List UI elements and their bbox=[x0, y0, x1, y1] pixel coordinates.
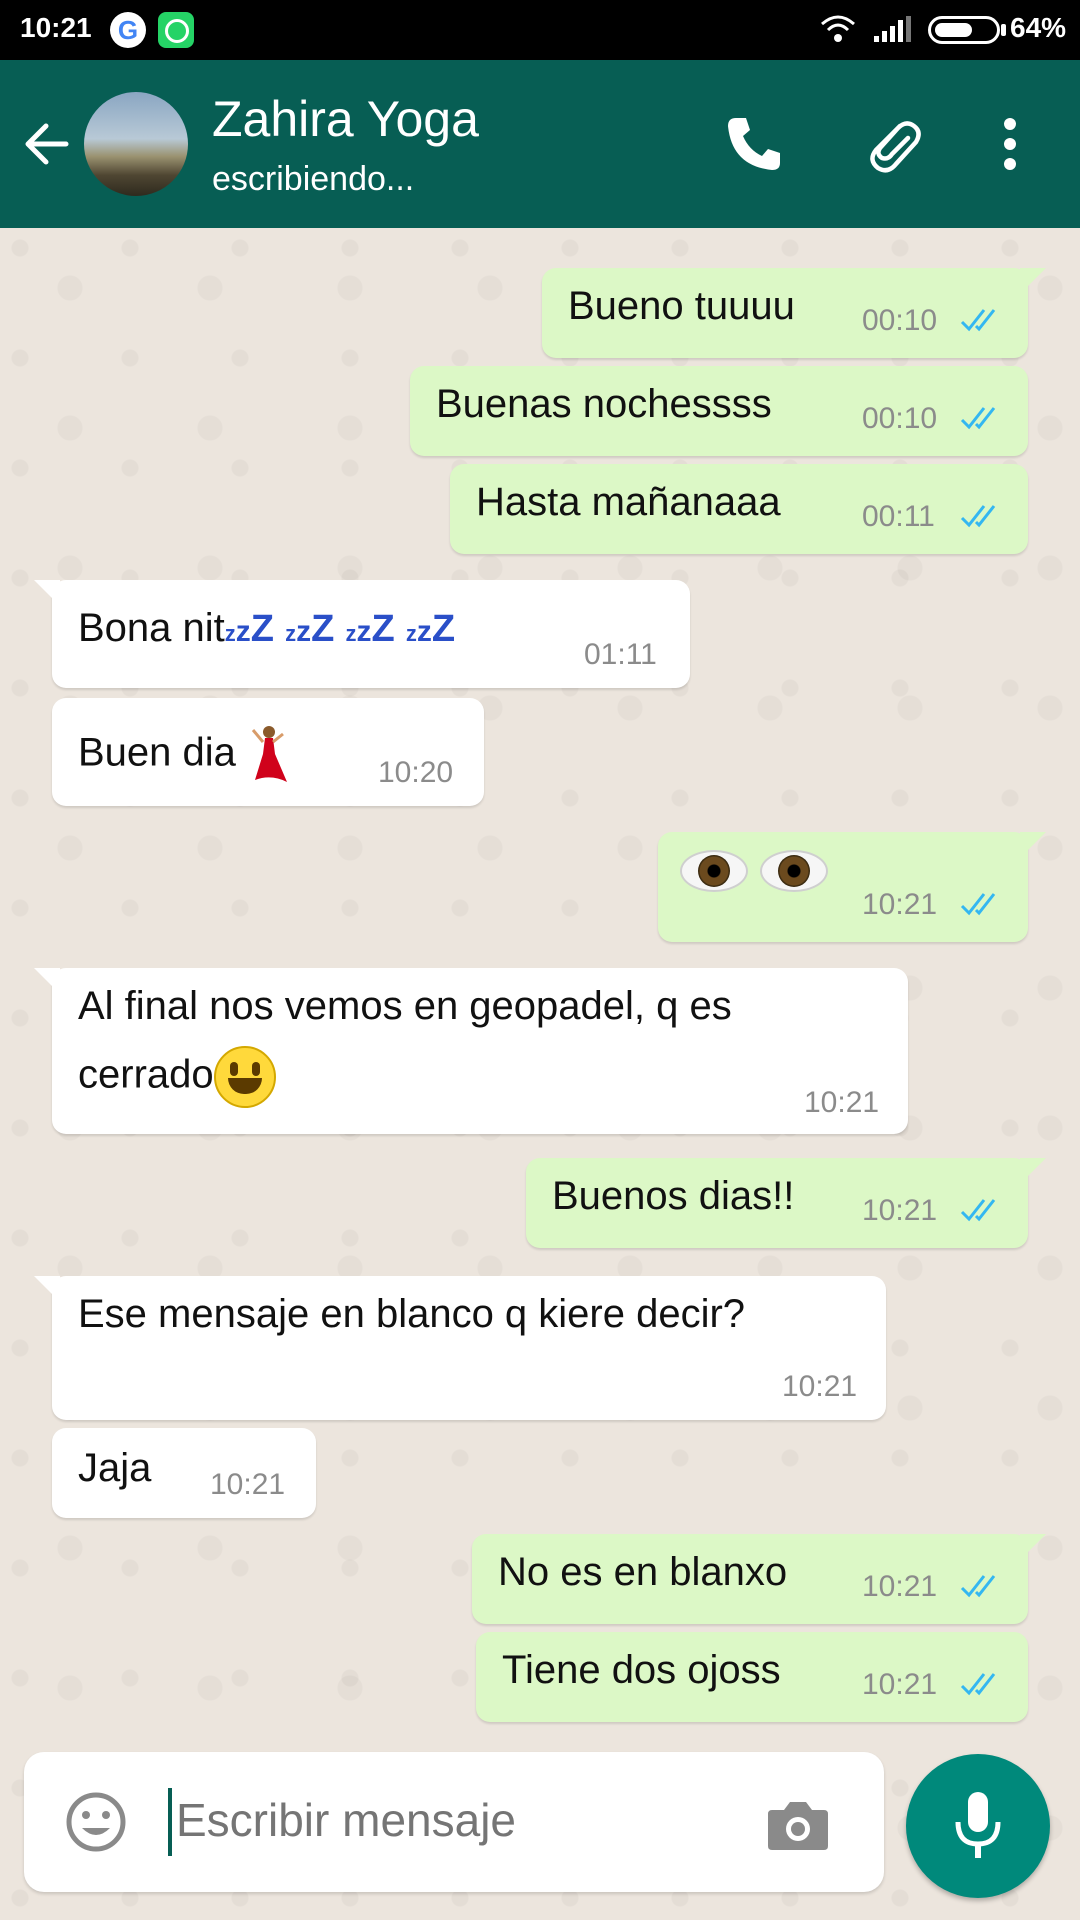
contact-status: escribiendo... bbox=[212, 160, 415, 198]
message-text-line2: cerrado bbox=[78, 1046, 276, 1108]
message-text-body: Bona nit bbox=[78, 606, 225, 650]
chat-area[interactable]: Bueno tuuuu 00:10 Buenas nochessss 00:10… bbox=[0, 228, 1080, 1920]
message-time: 00:10 bbox=[862, 304, 938, 337]
battery-tip bbox=[1001, 24, 1006, 36]
message-text-body: cerrado bbox=[78, 1052, 214, 1097]
message-text-line1: Al final nos vemos en geopadel, q es bbox=[78, 984, 732, 1028]
message-text: Bona nitzzZ zzZ zzZ zzZ bbox=[78, 606, 455, 651]
avatar[interactable] bbox=[84, 92, 188, 196]
mic-button[interactable] bbox=[906, 1754, 1050, 1898]
battery-percent: 64% bbox=[1010, 12, 1067, 43]
message-text: Tiene dos ojoss bbox=[502, 1648, 781, 1692]
eyes-emoji bbox=[680, 850, 840, 892]
bubble-tail bbox=[34, 968, 60, 994]
google-icon: G bbox=[110, 12, 146, 48]
back-arrow-icon[interactable] bbox=[18, 114, 78, 174]
message-outgoing[interactable]: Tiene dos ojoss 10:21 bbox=[476, 1632, 1028, 1722]
message-incoming[interactable]: Buen dia 10:20 bbox=[52, 698, 484, 806]
read-receipt-icon bbox=[960, 407, 996, 430]
message-time: 10:21 bbox=[862, 1194, 938, 1227]
message-time: 10:21 bbox=[862, 888, 938, 921]
zzz-emoji: zzZ zzZ zzZ zzZ bbox=[224, 608, 456, 650]
bubble-tail bbox=[34, 1276, 60, 1302]
message-text: Jaja bbox=[78, 1446, 152, 1490]
message-time: 10:21 bbox=[862, 1668, 938, 1701]
message-time: 10:21 bbox=[862, 1570, 938, 1603]
message-time: 10:21 bbox=[210, 1468, 286, 1501]
eye-emoji bbox=[680, 850, 748, 892]
message-time: 10:20 bbox=[378, 756, 454, 789]
message-text: Buenas nochessss bbox=[436, 382, 772, 426]
eye-emoji bbox=[760, 850, 828, 892]
bubble-tail bbox=[1020, 268, 1046, 294]
dancer-emoji bbox=[251, 726, 288, 782]
message-outgoing[interactable]: 10:21 bbox=[658, 832, 1046, 942]
bubble-tail bbox=[1020, 1158, 1046, 1184]
chat-header: Zahira Yoga escribiendo... bbox=[0, 60, 1080, 228]
message-input[interactable] bbox=[174, 1792, 618, 1848]
microphone-icon bbox=[955, 1792, 1001, 1858]
phone-icon[interactable] bbox=[722, 112, 786, 176]
message-composer bbox=[24, 1752, 884, 1892]
emoji-icon[interactable] bbox=[64, 1790, 128, 1854]
bubble-tail bbox=[1020, 832, 1046, 858]
read-receipt-icon bbox=[960, 1575, 996, 1598]
message-text-body: Buen dia bbox=[78, 730, 236, 775]
more-vert-icon[interactable] bbox=[990, 112, 1030, 176]
read-receipt-icon bbox=[960, 1673, 996, 1696]
smiley-emoji bbox=[213, 1046, 276, 1108]
whatsapp-notification-icon bbox=[158, 12, 194, 48]
message-text: Ese mensaje en blanco q kiere decir? bbox=[78, 1292, 746, 1336]
message-incoming[interactable]: Jaja 10:21 bbox=[52, 1428, 316, 1518]
read-receipt-icon bbox=[960, 1199, 996, 1222]
read-receipt-icon bbox=[960, 309, 996, 332]
status-time: 10:21 bbox=[20, 12, 92, 43]
contact-name[interactable]: Zahira Yoga bbox=[212, 90, 479, 148]
message-incoming[interactable]: Bona nitzzZ zzZ zzZ zzZ 01:11 bbox=[34, 580, 690, 688]
message-outgoing[interactable]: Bueno tuuuu 00:10 bbox=[542, 268, 1046, 358]
message-time: 00:10 bbox=[862, 402, 938, 435]
message-outgoing[interactable]: Hasta mañanaaa 00:11 bbox=[450, 464, 1028, 554]
wifi-icon bbox=[821, 15, 855, 42]
message-text: No es en blanxo bbox=[498, 1550, 788, 1594]
message-incoming[interactable]: Ese mensaje en blanco q kiere decir? 10:… bbox=[34, 1276, 886, 1420]
read-receipt-icon bbox=[960, 505, 996, 528]
bubble-tail bbox=[1020, 1534, 1046, 1560]
paperclip-icon[interactable] bbox=[860, 112, 924, 176]
bubble-tail bbox=[34, 580, 60, 606]
message-outgoing[interactable]: Buenos dias!! 10:21 bbox=[526, 1158, 1046, 1248]
message-time: 10:21 bbox=[782, 1370, 858, 1403]
message-incoming[interactable]: Al final nos vemos en geopadel, q es cer… bbox=[34, 968, 908, 1134]
text-cursor bbox=[168, 1788, 172, 1856]
battery-icon bbox=[928, 16, 1000, 44]
message-text: Buen dia bbox=[78, 724, 293, 786]
message-outgoing[interactable]: Buenas nochessss 00:10 bbox=[410, 366, 1028, 456]
message-text: Buenos dias!! bbox=[552, 1174, 795, 1218]
signal-icon bbox=[874, 16, 911, 42]
message-outgoing[interactable]: No es en blanxo 10:21 bbox=[472, 1534, 1046, 1624]
message-time: 01:11 bbox=[584, 638, 657, 671]
message-time: 10:21 bbox=[804, 1086, 880, 1119]
message-text: Hasta mañanaaa bbox=[476, 480, 781, 524]
battery-level bbox=[935, 23, 973, 37]
camera-icon[interactable] bbox=[766, 1796, 830, 1852]
read-receipt-icon bbox=[960, 893, 996, 916]
status-bar: 10:21 G 64% bbox=[0, 0, 1080, 60]
message-text: Bueno tuuuu bbox=[568, 284, 795, 328]
message-time: 00:11 bbox=[862, 500, 935, 533]
